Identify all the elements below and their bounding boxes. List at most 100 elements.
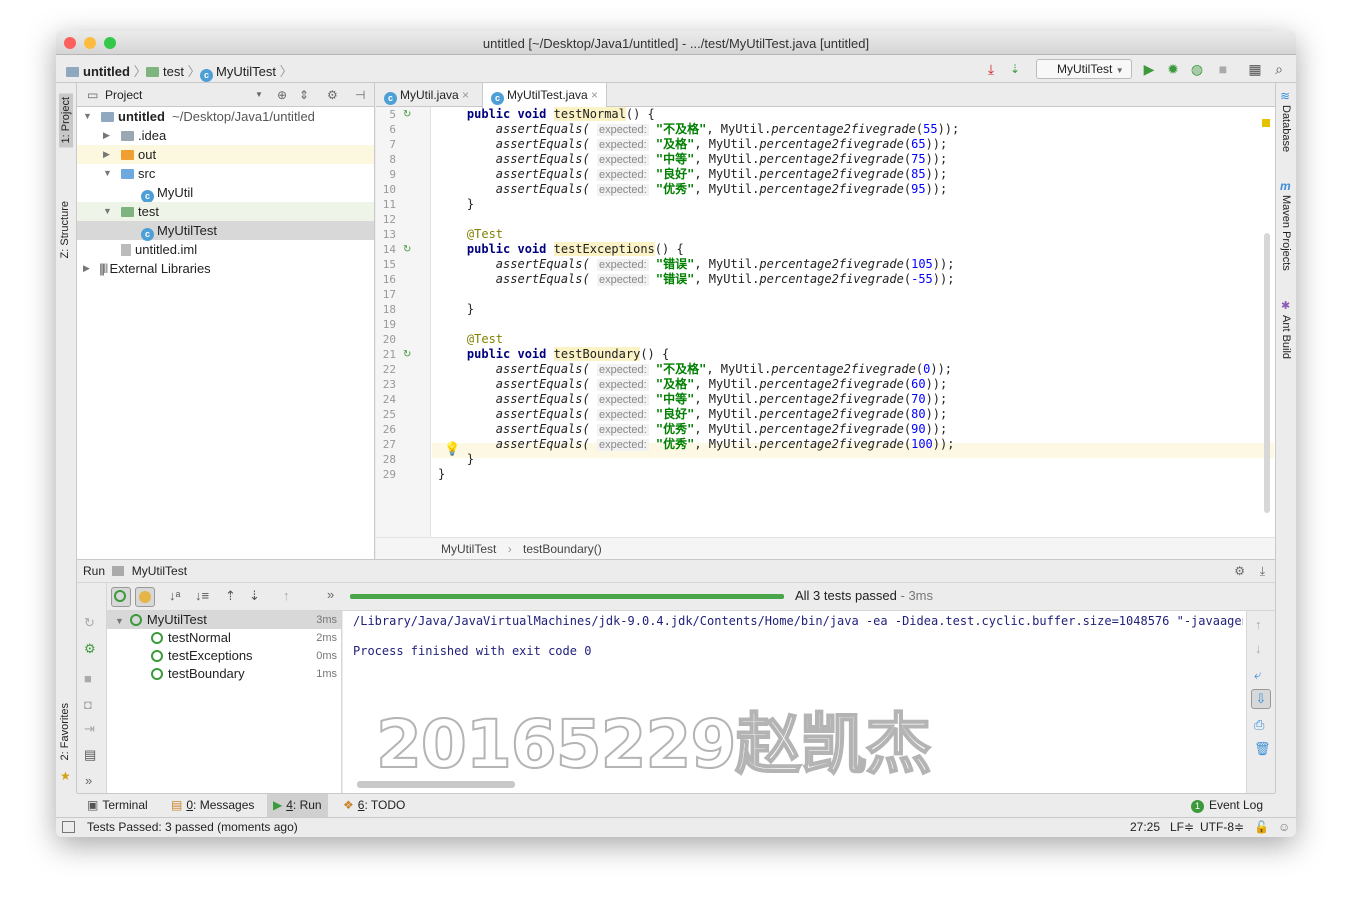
hide-panel-icon[interactable]: ⊣ (355, 83, 365, 107)
tree-node-myutil[interactable]: c MyUtil (77, 183, 374, 203)
code-line[interactable]: assertEquals( expected: "优秀", MyUtil.per… (438, 422, 947, 437)
run-test-gutter-icon[interactable]: ↻ (403, 107, 411, 122)
run-test-gutter-icon[interactable]: ↻ (403, 242, 411, 257)
breadcrumb-folder[interactable]: test 〉 (146, 61, 201, 80)
inspection-status-icon[interactable] (1262, 119, 1270, 127)
project-tool-tab[interactable]: 1: Project (59, 93, 73, 148)
gear-icon[interactable]: ⚙ (327, 83, 338, 107)
lock-icon[interactable]: 🔓 (1254, 818, 1269, 837)
show-ignored-toggle[interactable] (135, 587, 155, 607)
code-line[interactable]: assertEquals( expected: "中等", MyUtil.per… (438, 392, 947, 407)
code-line[interactable]: assertEquals( expected: "不及格", MyUtil.pe… (438, 362, 952, 377)
sort-duration-icon[interactable]: ↓≡ (195, 588, 209, 603)
code-line[interactable]: } (438, 467, 445, 482)
code-line[interactable]: @Test (438, 332, 503, 347)
more-icon[interactable]: » (327, 587, 334, 602)
tab-todo[interactable]: ❖ 6: TODO (337, 794, 411, 817)
inspector-icon[interactable]: ☺ (1278, 818, 1290, 837)
code-line[interactable]: public void testNormal() { (438, 107, 655, 122)
editor-scrollbar[interactable] (1264, 233, 1270, 513)
tree-node-external-libraries[interactable]: ▶ |||‖ External Libraries (77, 259, 374, 278)
download-arrow-icon[interactable]: ⤓ (982, 60, 1000, 78)
editor-breadcrumb-method[interactable]: testBoundary() (523, 542, 602, 556)
run-icon[interactable]: ▶ (1140, 60, 1158, 78)
search-icon[interactable]: ⌕ (1270, 60, 1288, 78)
code-line[interactable]: public void testBoundary() { (438, 347, 669, 362)
run-config-select[interactable]: MyUtilTest ▼ (1036, 59, 1132, 79)
sort-alpha-icon[interactable]: ↓ᵃ (169, 588, 180, 603)
tree-node-myutiltest[interactable]: c MyUtilTest (77, 221, 374, 241)
close-icon[interactable]: × (591, 88, 598, 102)
code-line[interactable]: } (438, 197, 474, 212)
debug-icon[interactable]: ⚙ (84, 641, 96, 657)
tree-node-untitled[interactable]: ▼ untitled ~/Desktop/Java1/untitled (77, 107, 374, 126)
code-line[interactable]: assertEquals( expected: "及格", MyUtil.per… (438, 137, 947, 152)
previous-failed-icon[interactable]: ↑ (283, 588, 290, 603)
gear-icon[interactable]: ⚙ (1234, 560, 1245, 582)
expand-all-icon[interactable]: ⇡ (225, 588, 236, 604)
trash-icon[interactable]: 🗑 (1254, 741, 1271, 757)
tree-node-test[interactable]: ▼ test (77, 202, 374, 221)
tab-run[interactable]: ▶ 4: Run (267, 794, 328, 817)
tab-myutil[interactable]: c MyUtil.java × (376, 83, 477, 107)
stop-icon[interactable]: ■ (84, 671, 92, 686)
test-row-normal[interactable]: testNormal 2ms (107, 629, 341, 647)
project-view-selector[interactable]: Project (105, 88, 142, 102)
code-line[interactable]: assertEquals( expected: "优秀", MyUtil.per… (438, 437, 954, 452)
tab-messages[interactable]: ▤ 0: Messages (165, 794, 260, 817)
test-row-exceptions[interactable]: testExceptions 0ms (107, 647, 341, 665)
code-line[interactable]: public void testExceptions() { (438, 242, 684, 257)
code-line[interactable]: assertEquals( expected: "错误", MyUtil.per… (438, 257, 954, 272)
panel-toggle-icon[interactable] (62, 821, 75, 833)
sort-down-icon[interactable]: ⇣ (1006, 60, 1024, 78)
file-encoding[interactable]: UTF-8≑ (1200, 818, 1244, 837)
tree-node-iml[interactable]: untitled.iml (77, 240, 374, 259)
tab-myutiltest[interactable]: c MyUtilTest.java × (482, 83, 608, 108)
project-structure-icon[interactable]: ▦ (1246, 60, 1264, 78)
coverage-icon[interactable]: ◍ (1188, 60, 1206, 78)
favorites-tool-tab[interactable]: 2: Favorites (59, 703, 71, 760)
ant-tool-tab[interactable]: Ant Build (1280, 315, 1292, 359)
down-arrow-icon[interactable]: ↓ (1255, 641, 1262, 656)
more-icon[interactable]: » (85, 773, 92, 788)
database-tool-tab[interactable]: Database (1280, 105, 1292, 152)
code-line[interactable]: assertEquals( expected: "不及格", MyUtil.pe… (438, 122, 959, 137)
stop-icon[interactable]: ■ (1214, 60, 1232, 78)
code-line[interactable]: assertEquals( expected: "良好", MyUtil.per… (438, 407, 947, 422)
code-area[interactable]: public void testNormal() { assertEquals(… (438, 107, 1245, 537)
code-line[interactable]: assertEquals( expected: "及格", MyUtil.per… (438, 377, 947, 392)
up-arrow-icon[interactable]: ↑ (1255, 617, 1262, 632)
collapse-icon[interactable]: ⇕ (299, 83, 309, 107)
tree-node-src[interactable]: ▼ src (77, 164, 374, 183)
code-line[interactable]: @Test (438, 227, 503, 242)
line-separator[interactable]: LF≑ (1170, 818, 1194, 837)
soft-wrap-icon[interactable]: ⤶ (1254, 667, 1261, 683)
show-passed-toggle[interactable] (111, 587, 131, 607)
close-icon[interactable]: × (462, 88, 469, 102)
tab-terminal[interactable]: ▣ Terminal (81, 794, 154, 817)
code-line[interactable]: } (438, 452, 474, 467)
code-line[interactable]: } (438, 302, 474, 317)
maven-tool-tab[interactable]: Maven Projects (1280, 195, 1292, 271)
debug-bug-icon[interactable]: ✹ (1164, 60, 1182, 78)
scroll-to-end-icon[interactable]: ⇩ (1251, 689, 1271, 709)
event-log-tab[interactable]: 1 Event Log (1185, 794, 1269, 817)
toggle-auto-test-icon[interactable]: ↻ (84, 615, 95, 631)
caret-position[interactable]: 27:25 (1130, 818, 1160, 837)
test-suite-row[interactable]: ▼ MyUtilTest 3ms (107, 611, 341, 629)
run-test-gutter-icon[interactable]: ↻ (403, 347, 411, 362)
breadcrumb-file[interactable]: c MyUtilTest 〉 (200, 61, 293, 82)
print-icon[interactable]: ⎙ (1254, 717, 1264, 733)
camera-icon[interactable]: ◘ (84, 697, 92, 712)
layout-icon[interactable]: ▤ (84, 747, 96, 763)
tree-node-out[interactable]: ▶ out (77, 145, 374, 164)
code-line[interactable]: assertEquals( expected: "优秀", MyUtil.per… (438, 182, 947, 197)
hide-panel-icon[interactable]: ⤓ (1260, 560, 1265, 582)
code-line[interactable]: assertEquals( expected: "中等", MyUtil.per… (438, 152, 947, 167)
code-line[interactable]: assertEquals( expected: "良好", MyUtil.per… (438, 167, 947, 182)
export-icon[interactable]: ⇥ (84, 721, 95, 737)
breadcrumb-root[interactable]: untitled 〉 (66, 61, 147, 80)
code-line[interactable]: assertEquals( expected: "错误", MyUtil.per… (438, 272, 954, 287)
structure-tool-tab[interactable]: Z: Structure (59, 201, 71, 258)
dropdown-chevron-icon[interactable]: ▼ (255, 83, 263, 107)
